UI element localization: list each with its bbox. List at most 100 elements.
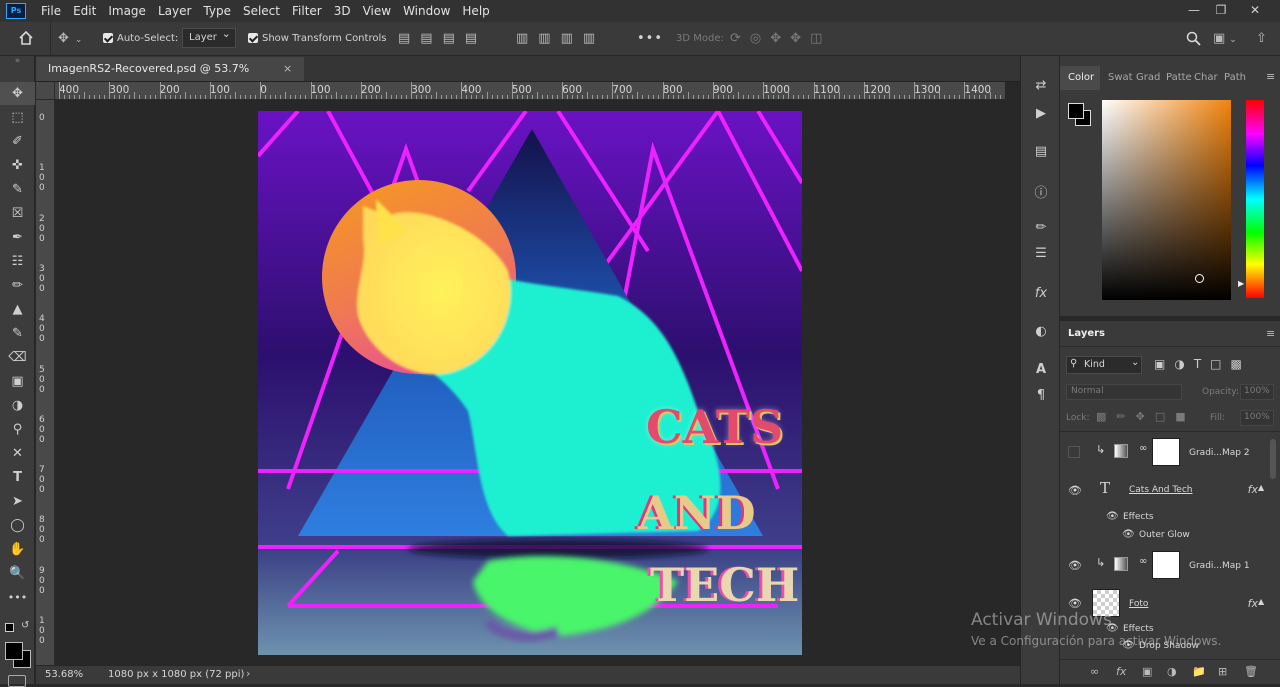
lock-position-icon[interactable]: ✥: [1136, 410, 1155, 423]
layer-row-text[interactable]: 👁 T Cats And Tech fx ▲: [1060, 471, 1270, 507]
workspace-icon[interactable]: ▣⌄: [1213, 22, 1237, 56]
menu-filter[interactable]: Filter: [286, 0, 328, 22]
align-right-icon[interactable]: ▤: [443, 22, 465, 56]
history-panel-icon[interactable]: ⇄: [1021, 78, 1061, 93]
new-adjustment-icon[interactable]: ◑: [1167, 665, 1177, 678]
swap-colors-icon[interactable]: ↺: [21, 620, 29, 631]
align-bottom-icon[interactable]: ▥: [561, 22, 583, 56]
align-top-icon[interactable]: ▥: [516, 22, 538, 56]
share-icon[interactable]: ⇧: [1256, 22, 1267, 56]
menu-window[interactable]: Window: [397, 0, 456, 22]
zoom-tool-icon[interactable]: 🔍: [0, 562, 35, 585]
menu-layer[interactable]: Layer: [152, 0, 197, 22]
edit-toolbar-icon[interactable]: •••: [0, 586, 35, 609]
layer-mask-thumbnail[interactable]: [1152, 551, 1180, 579]
panel-menu-icon[interactable]: ≡: [1266, 70, 1275, 83]
filter-smart-icon[interactable]: ▩: [1231, 357, 1251, 371]
filter-pixel-icon[interactable]: ▣: [1154, 357, 1174, 371]
quick-mask-icon[interactable]: [8, 675, 26, 687]
add-style-icon[interactable]: fx: [1116, 665, 1126, 678]
color-foreground-swatch[interactable]: [1068, 103, 1084, 119]
path-select-tool-icon[interactable]: ➤: [0, 490, 35, 513]
align-middle-icon[interactable]: ▥: [538, 22, 560, 56]
color-field[interactable]: [1102, 100, 1231, 300]
fill-field[interactable]: 100%: [1240, 410, 1274, 426]
hue-slider-handle-icon[interactable]: ▶: [1238, 279, 1244, 288]
tab-patterns[interactable]: Patte: [1166, 72, 1192, 83]
layer-row-foto[interactable]: 👁 Foto fx ▲: [1060, 585, 1270, 621]
status-menu-arrow-icon[interactable]: ›: [246, 667, 250, 680]
restore-button[interactable]: ❐: [1204, 0, 1238, 22]
move-tool-icon[interactable]: ✥: [0, 82, 35, 105]
align-vertical-buttons[interactable]: ▥▥▥▥: [516, 22, 605, 56]
marquee-tool-icon[interactable]: ⬚: [0, 106, 35, 129]
hand-tool-icon[interactable]: ✋: [0, 538, 35, 561]
menu-view[interactable]: View: [357, 0, 397, 22]
lock-icons[interactable]: ▩✏✥□■: [1096, 410, 1196, 423]
effects-row[interactable]: 👁 Effects: [1060, 509, 1270, 527]
outer-glow-eye-icon[interactable]: 👁: [1122, 529, 1135, 540]
brush-tool-icon[interactable]: ✏: [0, 274, 35, 297]
layer-name[interactable]: Gradi...Map 1: [1189, 561, 1250, 571]
search-icon[interactable]: [1186, 22, 1201, 56]
brushes-panel-icon[interactable]: ✏: [1021, 220, 1061, 235]
artwork-canvas[interactable]: CATS AND TECH: [258, 111, 802, 655]
canvas-area[interactable]: CATS AND TECH: [55, 100, 1005, 665]
stamp-tool-icon[interactable]: ▲: [0, 298, 35, 321]
lasso-tool-icon[interactable]: ✐: [0, 130, 35, 153]
drop-shadow-eye-icon[interactable]: 👁: [1122, 640, 1135, 651]
fx-icon[interactable]: fx: [1248, 483, 1258, 496]
collapse-effects-icon[interactable]: ▲: [1258, 597, 1264, 606]
lock-pixels-icon[interactable]: ✏: [1116, 410, 1135, 423]
kind-filter-dropdown[interactable]: ⚲ Kind ⌄: [1066, 356, 1142, 374]
show-transform-checkbox[interactable]: Show Transform Controls: [248, 22, 386, 56]
effects-eye-icon[interactable]: 👁: [1106, 511, 1119, 522]
add-mask-icon[interactable]: ▣: [1142, 665, 1152, 678]
distribute-icon[interactable]: ▤: [465, 22, 487, 56]
swatches-panel-icon[interactable]: ◐: [1021, 324, 1061, 339]
new-group-icon[interactable]: 📁: [1192, 665, 1206, 678]
menu-file[interactable]: File: [35, 0, 67, 22]
opacity-field[interactable]: 100%: [1240, 384, 1274, 400]
layer-name[interactable]: Cats And Tech: [1129, 485, 1192, 495]
lock-artboard-icon[interactable]: □: [1155, 410, 1175, 423]
home-icon[interactable]: [18, 22, 34, 56]
link-layers-icon[interactable]: ∞: [1090, 665, 1099, 678]
tab-gradients[interactable]: Grad: [1136, 72, 1160, 83]
filter-type-icon[interactable]: T: [1194, 357, 1210, 371]
history-brush-tool-icon[interactable]: ✎: [0, 322, 35, 345]
eyedropper-tool-icon[interactable]: ✒: [0, 226, 35, 249]
foreground-color-swatch[interactable]: [5, 642, 23, 660]
menu-help[interactable]: Help: [456, 0, 495, 22]
document-tab[interactable]: ImagenRS2-Recovered.psd @ 53.7% (RGB/8#)…: [36, 57, 304, 81]
lock-transparency-icon[interactable]: ▩: [1096, 410, 1116, 423]
auto-select-dropdown[interactable]: Layer: [182, 22, 236, 56]
default-colors-icon[interactable]: [5, 623, 14, 632]
tab-swatches[interactable]: Swat: [1108, 72, 1133, 83]
type-tool-icon[interactable]: T: [0, 466, 35, 489]
healing-brush-tool-icon[interactable]: ☷: [0, 250, 35, 273]
new-layer-icon[interactable]: ⊞: [1218, 665, 1227, 678]
hue-slider[interactable]: [1246, 100, 1264, 298]
visibility-toggle-empty[interactable]: [1068, 446, 1080, 458]
ellipse-tool-icon[interactable]: ◯: [0, 514, 35, 537]
layers-scrollbar[interactable]: [1270, 439, 1276, 479]
tab-character[interactable]: Char: [1194, 72, 1218, 83]
layer-row-gradient-map-1[interactable]: 👁 ↳ ∞ Gradi...Map 1: [1060, 547, 1270, 583]
layer-name[interactable]: Gradi...Map 2: [1189, 448, 1250, 458]
layers-title[interactable]: Layers: [1068, 328, 1105, 339]
eye-icon[interactable]: 👁: [1068, 559, 1082, 573]
color-picker-cursor[interactable]: [1195, 274, 1204, 283]
align-left-icon[interactable]: ▤: [398, 22, 420, 56]
tab-color[interactable]: Color: [1068, 72, 1094, 83]
layer-name[interactable]: Foto: [1129, 599, 1148, 609]
properties-panel-icon[interactable]: ▤: [1021, 144, 1061, 159]
blend-mode-dropdown[interactable]: Normal: [1066, 384, 1182, 400]
crop-tool-icon[interactable]: ✎: [0, 178, 35, 201]
layer-row-gradient-map-2[interactable]: ↳ ∞ Gradi...Map 2: [1060, 434, 1270, 470]
paragraph-panel-icon[interactable]: ¶: [1021, 388, 1061, 403]
close-window-button[interactable]: ✕: [1238, 0, 1272, 22]
layer-mask-thumbnail[interactable]: [1152, 438, 1180, 466]
layer-filter-icons[interactable]: ▣◑T□▩: [1154, 357, 1251, 371]
filter-adjustment-icon[interactable]: ◑: [1174, 357, 1193, 371]
